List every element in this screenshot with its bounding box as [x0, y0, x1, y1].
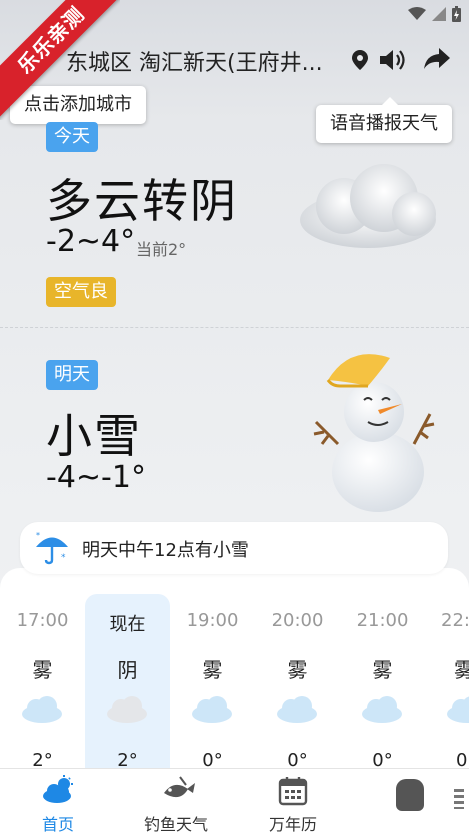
hourly-forecast[interactable]: 17:00 雾 2° 现在 阴 2° 19:00 雾 0° 20:00 雾 0°…	[0, 568, 469, 768]
hour-condition: 雾	[287, 658, 308, 682]
hour-temp: 2°	[32, 750, 53, 768]
nav-fishing[interactable]: 钓鱼天气	[121, 769, 231, 835]
home-weather-icon	[43, 775, 73, 803]
calendar-icon	[278, 777, 308, 806]
hour-temp: 2°	[117, 750, 138, 768]
fog-cloud-icon	[277, 696, 317, 723]
current-temp: 当前2°	[136, 240, 187, 259]
hour-condition: 雾	[454, 658, 469, 682]
corner-ribbon: 乐乐亲测	[0, 0, 120, 120]
hour-condition: 雾	[32, 658, 53, 682]
hour-time: 22:	[441, 610, 469, 631]
today-tag: 今天	[46, 122, 98, 152]
voice-broadcast-tooltip[interactable]: 语音播报天气	[316, 97, 452, 143]
umbrella-snow-icon: * *	[36, 531, 68, 565]
share-icon[interactable]	[423, 47, 451, 71]
hour-condition: 阴	[117, 658, 138, 682]
battery-icon	[452, 6, 461, 22]
hour-item-now[interactable]: 现在 阴 2°	[85, 594, 170, 768]
status-icons	[408, 6, 461, 22]
hour-temp: 0°	[372, 750, 393, 768]
ribbon-text: 乐乐亲测	[0, 0, 120, 120]
nav-label: 首页	[41, 815, 74, 834]
hour-time: 20:00	[271, 610, 324, 631]
snow-alert-card[interactable]: * * 明天中午12点有小雪	[20, 522, 448, 574]
fish-icon	[164, 776, 195, 798]
hour-condition: 雾	[202, 658, 223, 682]
overcast-cloud-icon	[107, 696, 147, 723]
hour-condition: 雾	[372, 658, 393, 682]
partial-nav-icon[interactable]	[396, 779, 424, 811]
fog-cloud-icon	[447, 696, 469, 723]
hour-temp: 0°	[287, 750, 308, 768]
partial-nav-icon-edge[interactable]	[454, 789, 464, 809]
nav-home[interactable]: 首页	[3, 769, 113, 835]
nav-calendar[interactable]: 万年历	[238, 769, 348, 835]
tomorrow-tag: 明天	[46, 360, 98, 390]
hour-time: 19:00	[186, 610, 239, 631]
fog-cloud-icon	[192, 696, 232, 723]
speaker-icon[interactable]	[378, 48, 406, 72]
fog-cloud-icon	[362, 696, 402, 723]
hour-item[interactable]: 20:00 雾 0°	[255, 594, 340, 768]
hour-item[interactable]: 21:00 雾 0°	[340, 594, 425, 768]
tomorrow-temp-range: -4~-1°	[46, 460, 146, 495]
svg-text:*: *	[61, 553, 66, 563]
hour-item[interactable]: 22: 雾 0	[425, 594, 469, 768]
cloud-icon	[300, 164, 436, 248]
section-divider	[0, 327, 469, 328]
nav-label: 万年历	[268, 815, 317, 834]
today-temp-range: -2~4°	[46, 224, 136, 259]
wifi-icon	[408, 7, 426, 20]
location-pin-icon[interactable]	[352, 50, 368, 70]
hour-item[interactable]: 17:00 雾 2°	[0, 594, 85, 768]
hour-item[interactable]: 19:00 雾 0°	[170, 594, 255, 768]
alert-text: 明天中午12点有小雪	[82, 540, 249, 561]
tomorrow-condition: 小雪	[46, 409, 142, 463]
nav-label: 钓鱼天气	[143, 815, 208, 834]
aqi-badge[interactable]: 空气良	[46, 277, 116, 307]
hour-time: 21:00	[356, 610, 409, 631]
snowman-icon	[313, 354, 435, 512]
today-condition: 多云转阴	[46, 174, 238, 228]
weather-app: 乐乐亲测 东城区 淘汇新天(王府井... 点击添加城市 语音播报天气 今天 多云…	[0, 0, 469, 835]
signal-icon	[432, 7, 446, 21]
hour-time: 17:00	[16, 610, 69, 631]
hour-temp: 0	[456, 750, 468, 768]
fog-cloud-icon	[22, 696, 62, 723]
hour-time: 现在	[109, 614, 146, 635]
hour-temp: 0°	[202, 750, 223, 768]
bottom-nav: 首页 钓鱼天气 万年历	[0, 768, 469, 835]
svg-text:*: *	[36, 531, 40, 540]
